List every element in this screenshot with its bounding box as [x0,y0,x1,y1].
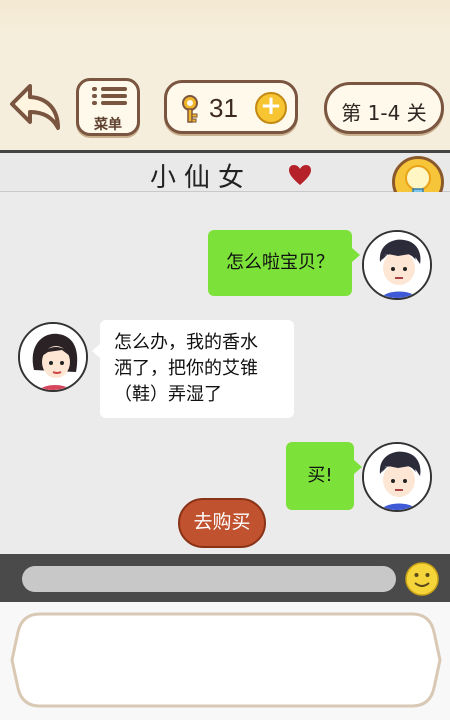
level-text: 第 1-4 关 [341,101,427,125]
chat-title: 小仙女 [150,163,253,193]
top-decor-stripe [0,0,450,40]
message-text: 买! [307,465,333,486]
menu-label: 菜单 [94,117,122,133]
level-indicator: 第 1-4 关 [324,82,444,134]
key-count: 31 [209,93,238,123]
menu-icon [92,87,127,109]
message-bubble-girl: 怎么办，我的香水 洒了，把你的艾锥 （鞋）弄湿了 [92,320,294,418]
key-counter: 31 + [164,80,298,134]
message-input[interactable] [22,566,396,592]
avatar-girl[interactable] [18,322,88,392]
menu-button[interactable]: 菜单 [76,78,140,136]
message-bubble-boy: 买! [286,442,362,510]
message-text-line: 洒了，把你的艾锥 [114,358,258,379]
message-text: 怎么啦宝贝？ [226,252,334,273]
heart-icon [289,165,311,185]
smiley-icon[interactable] [404,561,440,597]
top-bar: 菜单 31 + 第 1-4 关 [0,0,450,150]
avatar-boy[interactable] [362,442,432,512]
chat-header: 小仙女 [0,150,450,193]
message-bubble-boy: 怎么啦宝贝？ [208,230,360,296]
answer-panel [0,602,450,720]
answer-frame[interactable] [10,610,442,710]
back-arrow-icon[interactable] [8,80,64,132]
plus-icon[interactable]: + [255,92,287,124]
avatar-boy[interactable] [362,230,432,300]
message-text-line: 怎么办，我的香水 [114,332,258,353]
key-icon [182,95,198,123]
input-bar [0,554,450,602]
shop-button[interactable]: 去购买 [178,498,266,548]
message-text-line: （鞋）弄湿了 [114,384,222,405]
